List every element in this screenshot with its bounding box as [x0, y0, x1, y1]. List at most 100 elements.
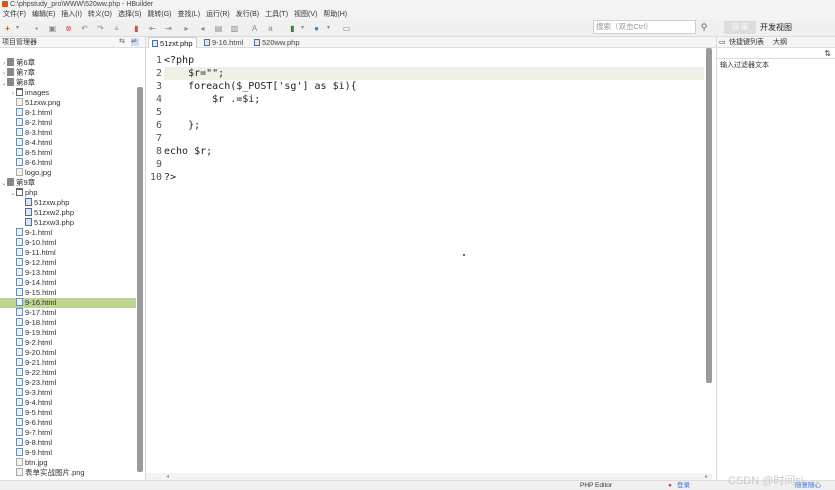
back-icon[interactable]: ◂ — [198, 24, 207, 33]
tree-item[interactable]: 8-2.html — [0, 118, 136, 128]
browser-icon[interactable]: ● — [312, 24, 321, 33]
undo-icon[interactable]: ↶ — [80, 24, 89, 33]
tree-item[interactable]: 9-14.html — [0, 278, 136, 288]
redo-icon[interactable]: ↷ — [96, 24, 105, 33]
tab-shortcut-list[interactable]: 快捷键列表 — [729, 37, 764, 48]
tree-item[interactable]: 9-5.html — [0, 408, 136, 418]
terminal-icon[interactable]: ▭ — [342, 24, 351, 33]
scroll-left-icon[interactable]: ◂ — [166, 473, 169, 480]
menu-item[interactable]: 帮助(H) — [320, 9, 350, 20]
tree-item[interactable]: 9-23.html — [0, 378, 136, 388]
scroll-right-icon[interactable]: ▸ — [705, 473, 708, 480]
tree-item[interactable]: 8-5.html — [0, 148, 136, 158]
tree-item[interactable]: ⌄ 第8章 — [0, 78, 136, 88]
tree-item[interactable]: 51zxw.php — [0, 198, 136, 208]
device-dropdown-icon[interactable]: ▾ — [298, 24, 307, 33]
font-smaller-icon[interactable]: a — [266, 24, 275, 33]
code-line[interactable]: 9 — [146, 158, 706, 171]
tree-item[interactable]: 9-4.html — [0, 398, 136, 408]
tree-item[interactable]: 9-7.html — [0, 428, 136, 438]
tree-item[interactable]: 8-1.html — [0, 108, 136, 118]
tree-item[interactable]: 8-4.html — [0, 138, 136, 148]
menu-item[interactable]: 运行(R) — [203, 9, 233, 20]
search-icon[interactable]: ⚲ — [698, 22, 710, 33]
device-icon[interactable]: ▮ — [288, 24, 297, 33]
menu-item[interactable]: 文件(F) — [0, 9, 29, 20]
tree-item[interactable]: 9-20.html — [0, 348, 136, 358]
menu-item[interactable]: 跳转(G) — [144, 9, 174, 20]
new-dropdown-icon[interactable]: ▾ — [13, 24, 22, 33]
tree-item[interactable]: › 第6章 — [0, 58, 136, 68]
tree-item[interactable]: › images — [0, 88, 136, 98]
read-mode-button[interactable]: 阅 读 — [724, 21, 756, 34]
tree-item[interactable]: 9-10.html — [0, 238, 136, 248]
tree-item[interactable]: 51zxw2.php — [0, 208, 136, 218]
sort-az-icon[interactable]: ⇅ — [824, 49, 831, 58]
tree-item[interactable]: 9-15.html — [0, 288, 136, 298]
tree-item[interactable]: 8-3.html — [0, 128, 136, 138]
menu-item[interactable]: 工具(T) — [262, 9, 291, 20]
tree-item[interactable]: ⌄ 第9章 — [0, 178, 136, 188]
tree-item[interactable]: 51zxw.png — [0, 98, 136, 108]
code-editor[interactable]: 1 <?php 2 $r=""; 3 foreach($_POST['sg'] as … — [146, 48, 706, 480]
comment-icon[interactable]: ▥ — [230, 24, 239, 33]
tree-item[interactable]: 9-19.html — [0, 328, 136, 338]
preview-icon[interactable]: ▤ — [214, 24, 223, 33]
menu-item[interactable]: 选择(S) — [115, 9, 144, 20]
tree-item[interactable]: 表单实战图片.png — [0, 468, 136, 478]
editor-tab[interactable]: 520ww.php — [254, 37, 300, 48]
code-line[interactable]: 8 echo $r; — [146, 145, 706, 158]
code-line[interactable]: 5 — [146, 106, 706, 119]
login-link[interactable]: 登录 — [677, 481, 690, 490]
menu-item[interactable]: 转义(O) — [85, 9, 115, 20]
tree-item[interactable]: 9-22.html — [0, 368, 136, 378]
code-line[interactable]: 10 ?> — [146, 171, 706, 184]
code-line[interactable]: 1 <?php — [146, 54, 706, 67]
tree-item[interactable]: btn.jpg — [0, 458, 136, 468]
menu-item[interactable]: 视图(V) — [291, 9, 320, 20]
tree-item[interactable]: 9-3.html — [0, 388, 136, 398]
menu-item[interactable]: 发行(B) — [233, 9, 262, 20]
tree-item[interactable]: 8-6.html — [0, 158, 136, 168]
save-all-icon[interactable]: ▣ — [48, 24, 57, 33]
editor-tab[interactable]: 51zxt.php — [148, 37, 197, 48]
tree-item[interactable]: 9-1.html — [0, 228, 136, 238]
code-line[interactable]: 4 $r .=$i; — [146, 93, 706, 106]
tree-item[interactable]: 9-17.html — [0, 308, 136, 318]
tree-item[interactable]: 9-8.html — [0, 438, 136, 448]
dev-view-button[interactable]: 开发视图 — [760, 21, 830, 34]
filter-input[interactable]: 输入过滤器文本 — [720, 60, 769, 70]
tree-item[interactable]: 51zxw3.php — [0, 218, 136, 228]
tab-outline[interactable]: 大纲 — [773, 37, 787, 48]
editor-tab[interactable]: 9-16.html — [204, 37, 243, 48]
collapse-all-icon[interactable]: ⇆ — [119, 38, 127, 46]
close-icon[interactable]: ⊗ — [64, 24, 73, 33]
code-line[interactable]: 2 $r=""; — [146, 67, 706, 80]
save-icon[interactable]: ▪ — [32, 24, 41, 33]
tree-item[interactable]: 9-9.html — [0, 448, 136, 458]
tree-item[interactable]: › 第7章 — [0, 68, 136, 78]
menu-item[interactable]: 编辑(E) — [29, 9, 58, 20]
tree-item[interactable]: 9-12.html — [0, 258, 136, 268]
run-icon[interactable]: ▸ — [182, 24, 191, 33]
menu-item[interactable]: 插入(I) — [58, 9, 85, 20]
tree-item[interactable]: logo.jpg — [0, 168, 136, 178]
project-tree-scrollbar[interactable] — [137, 87, 143, 472]
tree-item[interactable]: 9-13.html — [0, 268, 136, 278]
format-icon[interactable]: ⩮ — [112, 24, 121, 33]
browser-dropdown-icon[interactable]: ▾ — [324, 24, 333, 33]
tree-item[interactable]: 9-11.html — [0, 248, 136, 258]
code-line[interactable]: 3 foreach($_POST['sg'] as $i){ — [146, 80, 706, 93]
link-editor-icon[interactable]: ⇌ — [131, 38, 139, 46]
prev-icon[interactable]: ⇤ — [148, 24, 157, 33]
tree-item[interactable]: 9-21.html — [0, 358, 136, 368]
menu-item[interactable]: 查找(L) — [174, 9, 203, 20]
tree-item[interactable]: 9-6.html — [0, 418, 136, 428]
tree-item[interactable]: 9-18.html — [0, 318, 136, 328]
tree-item[interactable]: 9-2.html — [0, 338, 136, 348]
next-icon[interactable]: ⇥ — [164, 24, 173, 33]
font-larger-icon[interactable]: A — [250, 24, 259, 33]
code-line[interactable]: 6 }; — [146, 119, 706, 132]
new-icon[interactable]: + — [3, 24, 12, 33]
editor-horizontal-scrollbar[interactable]: ◂ ▸ — [146, 473, 712, 480]
